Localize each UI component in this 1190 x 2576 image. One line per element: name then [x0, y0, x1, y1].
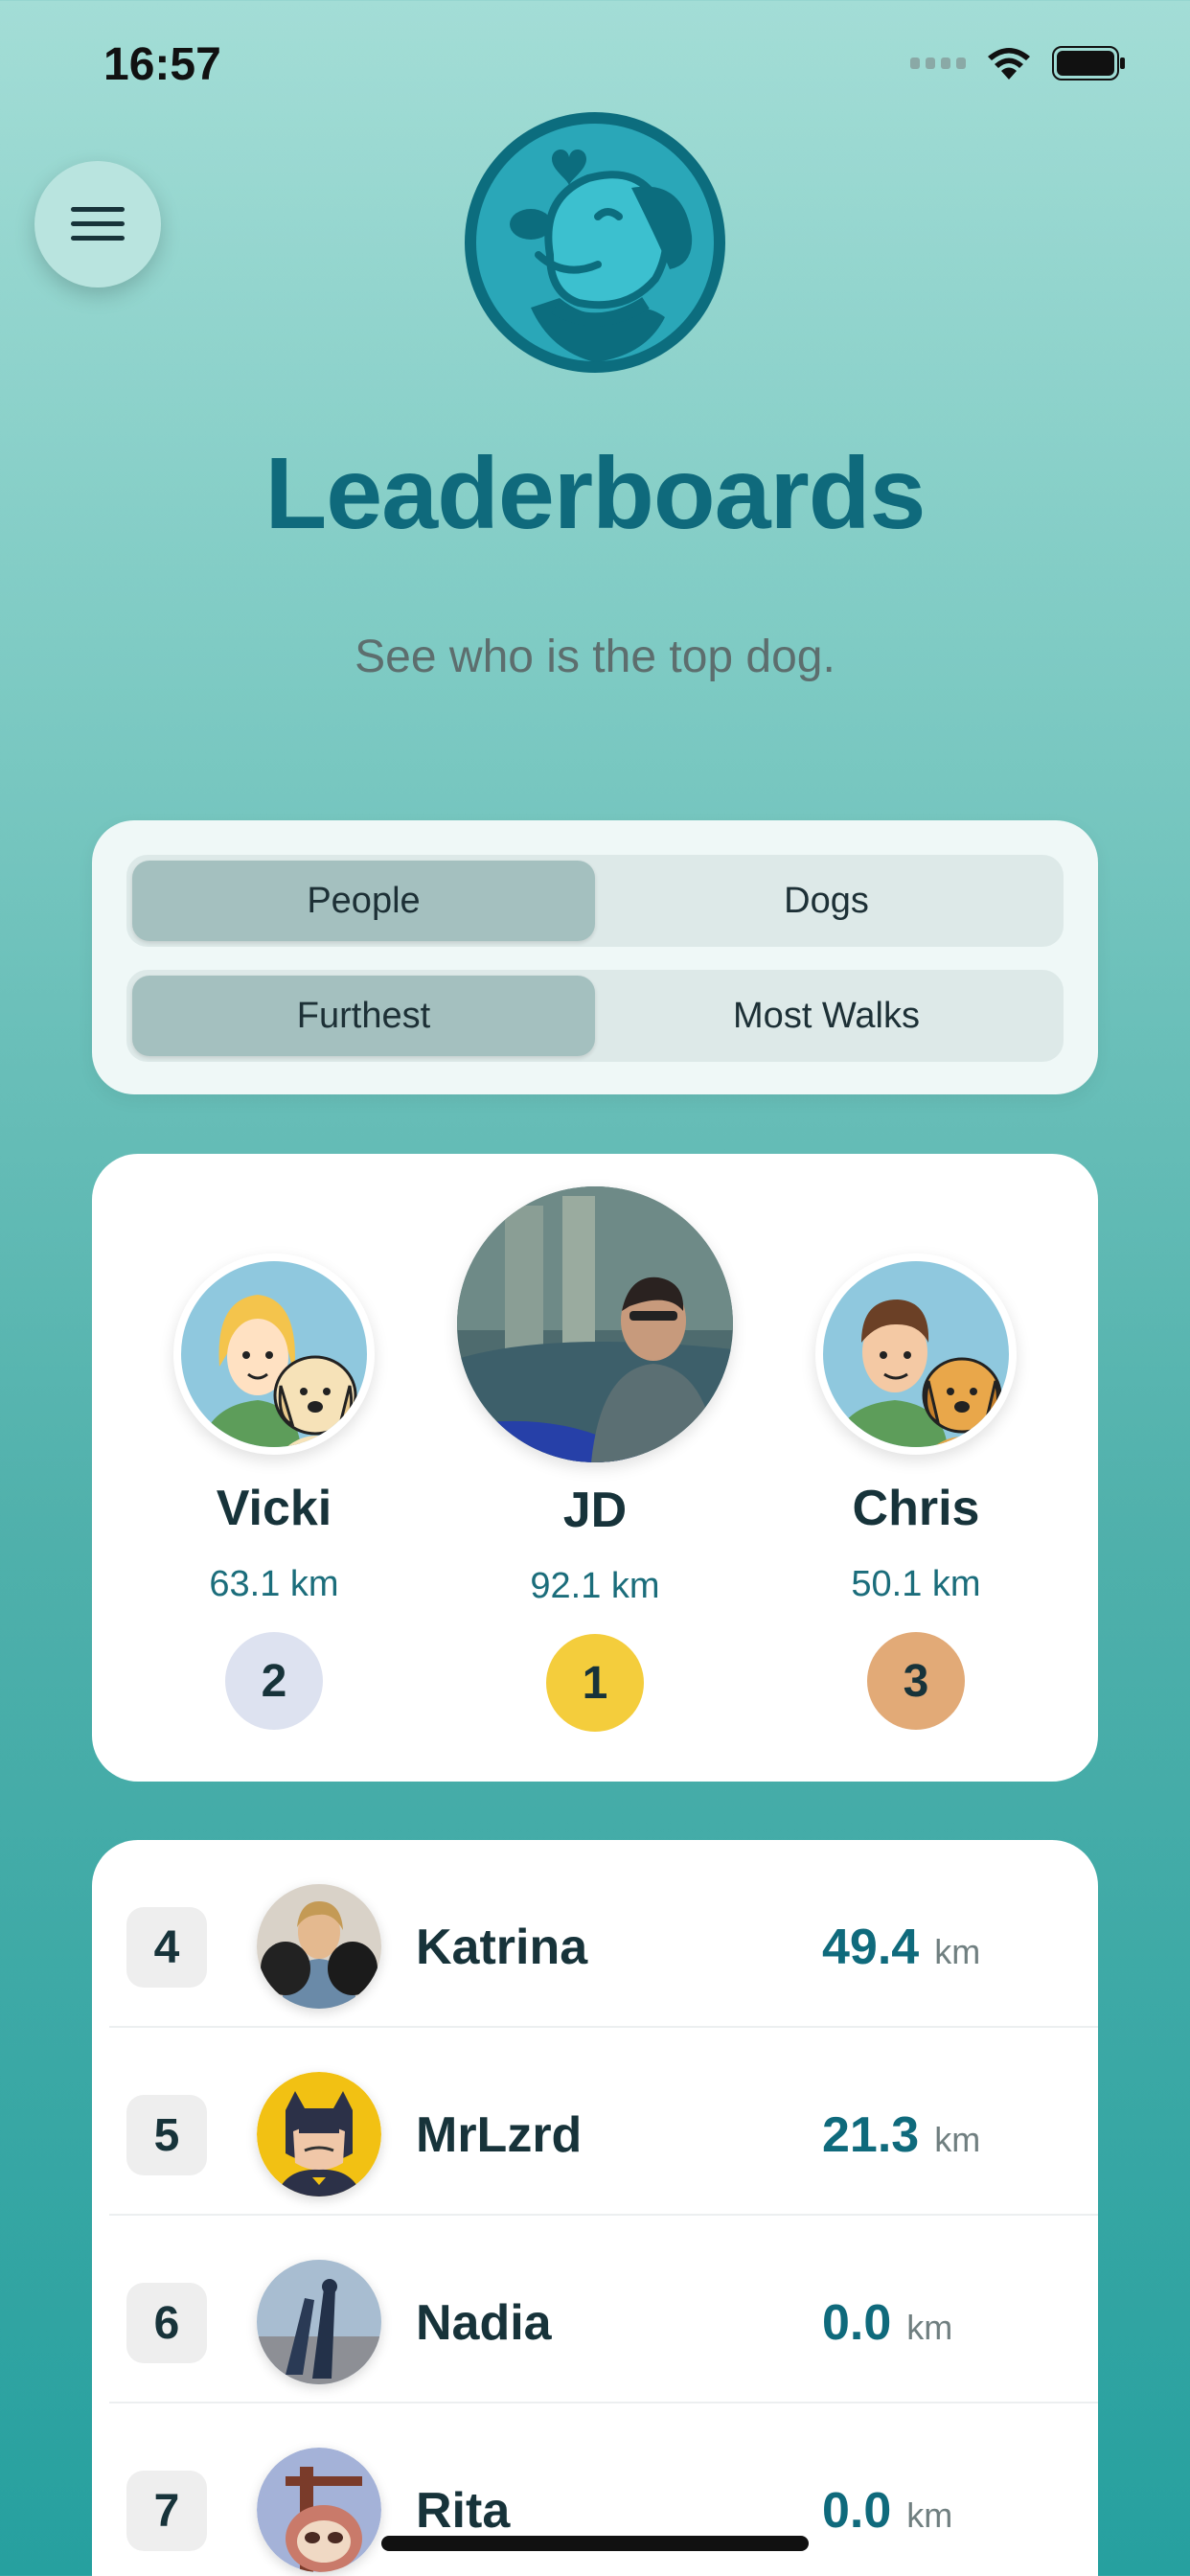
rank-number: 4	[126, 1907, 207, 1988]
rank-number: 7	[126, 2471, 207, 2551]
list-item[interactable]: 6 Nadia 0.0 km	[109, 2216, 1098, 2404]
podium-distance: 63.1 km	[209, 1564, 339, 1604]
hamburger-menu-icon	[71, 207, 125, 241]
segment-dogs[interactable]: Dogs	[595, 861, 1058, 941]
menu-button[interactable]	[34, 161, 161, 288]
distance-value: 21.3 km	[822, 2106, 980, 2164]
rank-badge: 1	[546, 1634, 644, 1732]
avatar	[457, 1186, 733, 1462]
user-name: Katrina	[416, 1920, 588, 1975]
battery-icon	[1052, 46, 1127, 80]
avatar	[815, 1254, 1017, 1455]
avatar	[173, 1254, 375, 1455]
home-indicator[interactable]	[381, 2536, 809, 2551]
filter-card: People Dogs Furthest Most Walks	[92, 820, 1098, 1094]
podium-distance: 92.1 km	[530, 1566, 660, 1606]
segment-people[interactable]: People	[132, 861, 595, 941]
avatar	[257, 2448, 381, 2572]
avatar	[257, 2072, 381, 2196]
distance-unit: km	[934, 1932, 981, 1971]
status-time: 16:57	[103, 39, 221, 90]
status-icons	[910, 46, 1127, 80]
podium-card: Vicki 63.1 km 2 JD 92.1 km 1 Chris 50.1 …	[92, 1154, 1098, 1782]
list-item[interactable]: 5 MrLzrd 21.3 km	[109, 2028, 1098, 2216]
distance-value: 0.0 km	[822, 2482, 952, 2540]
distance-value: 49.4 km	[822, 1919, 980, 1976]
distance-number: 0.0	[822, 2295, 892, 2351]
podium-name: Chris	[852, 1481, 980, 1536]
distance-unit: km	[934, 2120, 981, 2159]
rank-number: 5	[126, 2095, 207, 2175]
subject-segmented-control: People Dogs	[126, 855, 1064, 947]
podium-second[interactable]: Vicki 63.1 km 2	[169, 1254, 379, 1730]
distance-unit: km	[906, 2308, 953, 2347]
avatar	[257, 1884, 381, 2009]
user-name: Rita	[416, 2483, 511, 2539]
distance-number: 49.4	[822, 1920, 920, 1975]
signal-icon	[910, 58, 966, 69]
segment-most-walks[interactable]: Most Walks	[595, 976, 1058, 1056]
podium-third[interactable]: Chris 50.1 km 3	[811, 1254, 1021, 1730]
user-name: MrLzrd	[416, 2107, 583, 2163]
distance-value: 0.0 km	[822, 2294, 952, 2352]
list-item[interactable]: 4 Katrina 49.4 km	[109, 1840, 1098, 2028]
user-name: Nadia	[416, 2295, 552, 2351]
leaderboard-list: 4 Katrina 49.4 km 5 MrLzrd 21.3 km 6 Nad…	[92, 1840, 1098, 2576]
podium-name: Vicki	[216, 1481, 332, 1536]
rank-number: 6	[126, 2283, 207, 2363]
distance-unit: km	[906, 2496, 953, 2535]
podium-name: JD	[562, 1483, 628, 1538]
dog-heart-logo	[464, 111, 726, 374]
podium-distance: 50.1 km	[851, 1564, 981, 1604]
page-title: Leaderboards	[264, 437, 926, 550]
podium-first[interactable]: JD 92.1 km 1	[456, 1186, 734, 1732]
avatar	[257, 2260, 381, 2384]
wifi-icon	[987, 47, 1031, 80]
metric-segmented-control: Furthest Most Walks	[126, 970, 1064, 1062]
page-subtitle: See who is the top dog.	[355, 632, 835, 682]
rank-badge: 2	[225, 1632, 323, 1730]
distance-number: 21.3	[822, 2107, 920, 2163]
rank-badge: 3	[867, 1632, 965, 1730]
segment-furthest[interactable]: Furthest	[132, 976, 595, 1056]
distance-number: 0.0	[822, 2483, 892, 2539]
